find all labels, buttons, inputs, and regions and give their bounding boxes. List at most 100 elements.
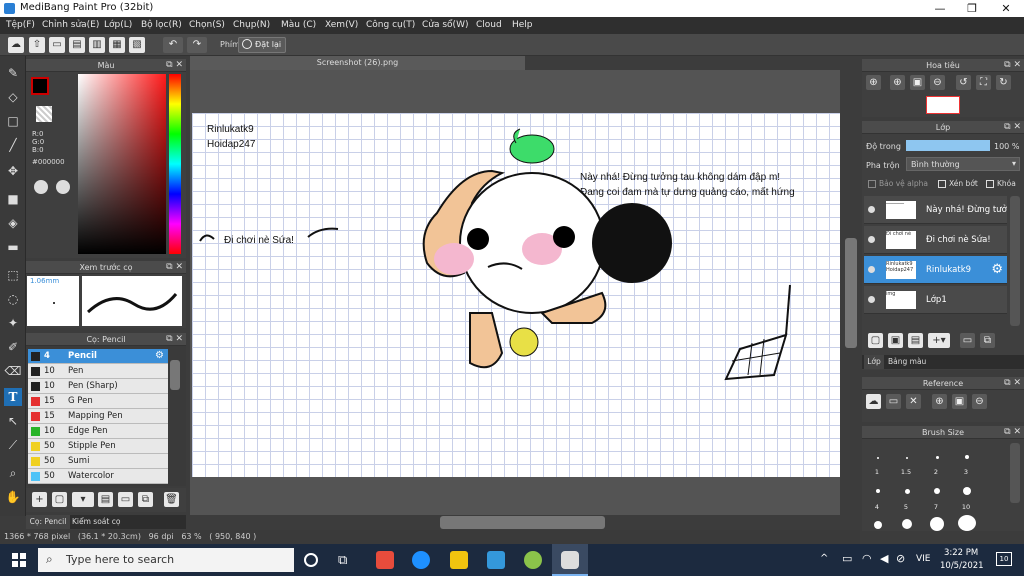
task-view-icon[interactable]: ⧉ bbox=[338, 553, 347, 568]
panel-close-icon[interactable]: ⧉ ✕ bbox=[1004, 59, 1021, 72]
menu-file[interactable]: Tệp(F) bbox=[6, 20, 35, 30]
brush-item[interactable]: 4 Pencil ⚙ bbox=[28, 349, 168, 364]
wifi-icon[interactable]: ◠ bbox=[862, 552, 872, 565]
select-eraser-tool-icon[interactable]: ⌫ bbox=[4, 362, 22, 380]
gear-icon[interactable]: ⚙ bbox=[155, 350, 164, 361]
layer-list-scrollbar[interactable] bbox=[1010, 196, 1020, 326]
panel-close-icon[interactable]: ⧉ ✕ bbox=[166, 261, 183, 274]
gear-icon[interactable]: ⚙ bbox=[991, 262, 1003, 277]
minimize-button[interactable]: — bbox=[924, 0, 956, 17]
brush-size-2[interactable]: 2 bbox=[926, 468, 946, 476]
folder-icon[interactable]: ▭ bbox=[886, 394, 901, 409]
drawing-paper[interactable]: Rinlukatk9 Hoidap247 Đi chơi nè Sứa! Này… bbox=[192, 113, 840, 477]
blocked-icon[interactable]: ⊘ bbox=[896, 552, 905, 565]
tab-brush-control[interactable]: Kiểm soát cọ bbox=[72, 515, 120, 529]
opacity-slider[interactable] bbox=[906, 140, 990, 151]
move-tool-icon[interactable]: ✥ bbox=[4, 162, 22, 180]
visibility-icon[interactable] bbox=[868, 296, 875, 303]
cloud-icon[interactable]: ☁ bbox=[866, 394, 881, 409]
line-tool-icon[interactable]: ╱ bbox=[4, 136, 22, 154]
folder-icon[interactable]: ▭ bbox=[118, 492, 133, 507]
brush-item[interactable]: 15 Mapping Pen bbox=[28, 409, 168, 424]
hue-slider[interactable] bbox=[169, 74, 181, 254]
fill-rect-tool-icon[interactable]: ■ bbox=[4, 190, 22, 208]
gradient-tool-icon[interactable]: ▬ bbox=[4, 238, 22, 256]
brush-item[interactable]: 10 Pen (Sharp) bbox=[28, 379, 168, 394]
taskbar-search-box[interactable]: ⌕ Type here to search bbox=[38, 548, 294, 572]
menu-edit[interactable]: Chỉnh sửa(E) bbox=[42, 20, 99, 30]
layer-item[interactable]: Rinlukatk9 Hoidap247 Rinlukatk9 ⚙ bbox=[864, 256, 1007, 284]
cortana-icon[interactable] bbox=[304, 553, 318, 567]
medibang-taskbar-button[interactable] bbox=[552, 544, 588, 576]
brush-menu-icon[interactable]: ▾ bbox=[72, 492, 94, 507]
document-tab[interactable]: Screenshot (26).png bbox=[190, 56, 525, 70]
brush-size-3[interactable]: 3 bbox=[956, 468, 976, 476]
menu-view[interactable]: Xem(V) bbox=[325, 20, 358, 30]
text-tool-icon[interactable]: T bbox=[4, 388, 22, 406]
panel-close-icon[interactable]: ⧉ ✕ bbox=[166, 59, 183, 72]
primary-color-swatch[interactable] bbox=[31, 77, 49, 95]
selection-tool-icon[interactable]: ⬚ bbox=[4, 266, 22, 284]
clock-time[interactable]: 3:22 PM bbox=[944, 548, 978, 558]
zoom-in-icon[interactable]: ⊕ bbox=[890, 75, 905, 90]
brush-item[interactable]: 10 Pen bbox=[28, 364, 168, 379]
brush-tool-icon[interactable]: ✎ bbox=[4, 64, 22, 82]
tray-chevron-icon[interactable]: ^ bbox=[820, 553, 828, 564]
blend-mode-select[interactable]: Bình thường ▾ bbox=[906, 157, 1020, 171]
rotate-right-icon[interactable]: ↻ bbox=[996, 75, 1011, 90]
cloud-icon[interactable]: ☁ bbox=[8, 37, 24, 53]
brush-settings-icon[interactable]: ▤ bbox=[98, 492, 113, 507]
bucket-tool-icon[interactable]: ◈ bbox=[4, 214, 22, 232]
hand-tool-icon[interactable]: ✋ bbox=[4, 488, 22, 506]
lasso-tool-icon[interactable]: ◌ bbox=[4, 290, 22, 308]
notification-icon[interactable]: 10 bbox=[996, 552, 1012, 566]
panel-close-icon[interactable]: ⧉ ✕ bbox=[1004, 121, 1021, 134]
rotate-left-icon[interactable]: ↺ bbox=[956, 75, 971, 90]
menu-cloud[interactable]: Cloud bbox=[476, 20, 502, 30]
brush-list-scrollbar[interactable] bbox=[170, 360, 180, 390]
copy-brush-icon[interactable]: ▢ bbox=[52, 492, 67, 507]
tab-layer[interactable]: Lớp bbox=[864, 355, 884, 369]
file-explorer-icon[interactable] bbox=[450, 551, 468, 569]
clock-date[interactable]: 10/5/2021 bbox=[940, 561, 984, 571]
mail-icon[interactable] bbox=[487, 551, 505, 569]
folder-icon[interactable]: ▭ bbox=[960, 333, 975, 348]
gift-app-icon[interactable] bbox=[376, 551, 394, 569]
layer-settings-icon[interactable]: ▤ bbox=[908, 333, 923, 348]
brush-item[interactable]: 10 Edge Pen bbox=[28, 424, 168, 439]
layer-item[interactable]: Đi chơi nè Đi chơi nè Sứa! bbox=[864, 226, 1007, 254]
menu-select[interactable]: Chọn(S) bbox=[189, 20, 225, 30]
brush-item[interactable]: 50 Watercolor bbox=[28, 469, 168, 484]
tab-palette[interactable]: Bảng màu bbox=[888, 355, 926, 369]
select-pen-tool-icon[interactable]: ✐ bbox=[4, 338, 22, 356]
add-layer-menu-icon[interactable]: +▾ bbox=[928, 333, 950, 348]
new-layer-icon[interactable]: ▢ bbox=[868, 333, 883, 348]
clipping-checkbox[interactable] bbox=[938, 180, 946, 188]
trash-icon[interactable]: 🗑 bbox=[164, 492, 179, 507]
layer-item[interactable]: ────── Này nhá! Đừng tưở bbox=[864, 196, 1007, 224]
operation-tool-icon[interactable]: ↖ bbox=[4, 412, 22, 430]
menu-help[interactable]: Help bbox=[512, 20, 533, 30]
eyedropper-tool-icon[interactable]: ⌕ bbox=[4, 464, 22, 482]
comment-icon[interactable]: ▤ bbox=[69, 37, 85, 53]
document-icon[interactable]: ▥ bbox=[89, 37, 105, 53]
menu-color[interactable]: Màu (C) bbox=[281, 20, 316, 30]
upload-icon[interactable]: ⇧ bbox=[29, 37, 45, 53]
windows-start-icon[interactable] bbox=[12, 553, 26, 567]
panel-close-icon[interactable]: ⧉ ✕ bbox=[166, 333, 183, 346]
panel-close-icon[interactable]: ⧉ ✕ bbox=[1004, 426, 1021, 439]
maximize-button[interactable]: ❐ bbox=[956, 0, 988, 17]
layer-item[interactable]: img Lớp1 bbox=[864, 286, 1007, 314]
reset-button[interactable]: Đặt lại bbox=[238, 37, 286, 53]
new-layer-alt-icon[interactable]: ▣ bbox=[888, 333, 903, 348]
grid-icon[interactable]: ▦ bbox=[109, 37, 125, 53]
visibility-icon[interactable] bbox=[868, 266, 875, 273]
duplicate-icon[interactable]: ⧉ bbox=[138, 492, 153, 507]
close-button[interactable]: ✕ bbox=[990, 0, 1022, 17]
language-indicator[interactable]: VIE bbox=[916, 554, 931, 564]
fit-icon[interactable]: ▣ bbox=[952, 394, 967, 409]
menu-tools[interactable]: Công cụ(T) bbox=[366, 20, 415, 30]
rect-select-tool-icon[interactable]: □ bbox=[4, 112, 22, 130]
tab-brush[interactable]: Cọ: Pencil bbox=[26, 515, 70, 529]
fit-icon[interactable]: ▣ bbox=[910, 75, 925, 90]
